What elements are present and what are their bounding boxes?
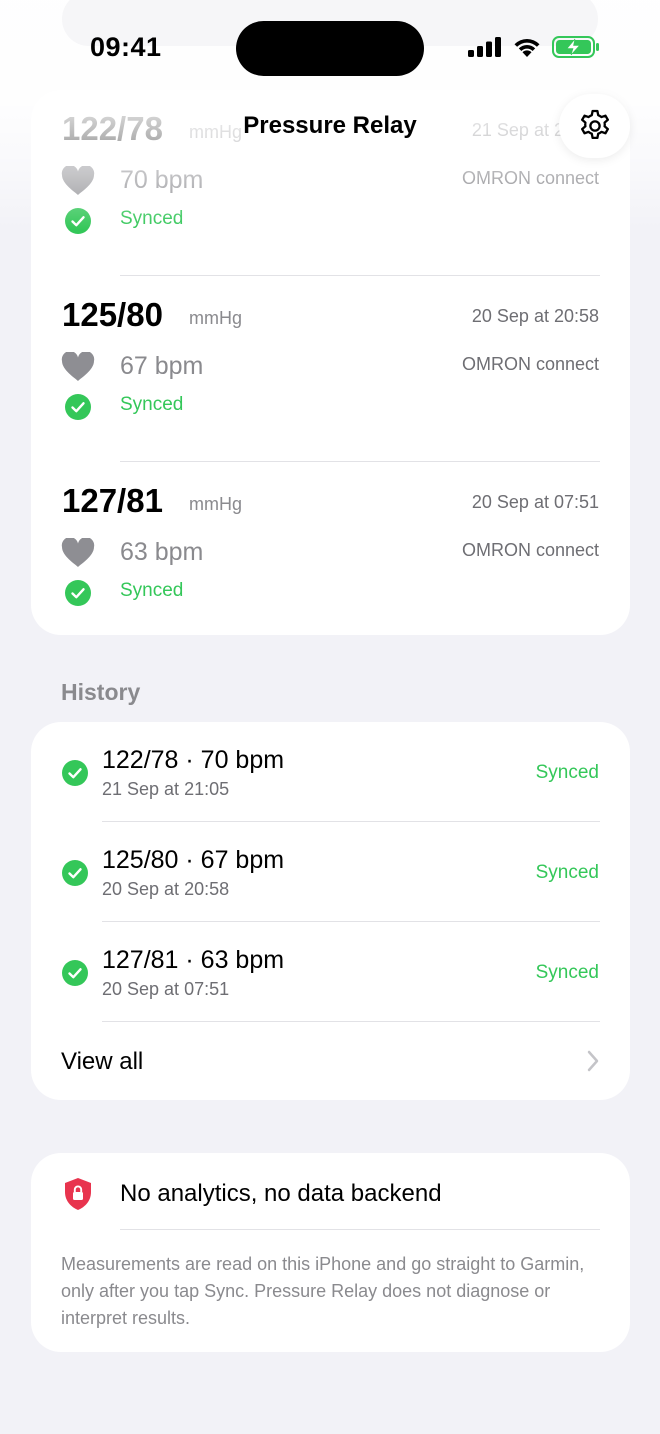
check-circle-icon [65,580,91,606]
check-circle-icon [65,208,91,234]
history-item-title: 122/78 · 70 bpm [102,746,285,774]
privacy-description: Measurements are read on this iPhone and… [61,1254,585,1328]
reading-unit: mmHg [189,308,242,328]
cellular-signal-icon [468,37,501,57]
history-card: 122/78 · 70 bpm 21 Sep at 21:05 Synced 1… [31,722,630,1100]
reading-pressure: 125/80 [62,296,163,333]
check-circle-icon [62,760,88,786]
status-icons [468,36,600,58]
check-circle-icon [62,960,88,986]
gear-icon [580,109,609,140]
history-item-date: 20 Sep at 07:51 [102,979,230,999]
history-item-date: 20 Sep at 20:58 [102,879,230,899]
reading-date: 20 Sep at 20:58 [471,306,599,326]
status-bar: 09:41 [0,0,660,100]
view-all-label: View all [61,1048,144,1075]
reading-row[interactable]: 127/81 mmHg 20 Sep at 07:51 63 bpm OMRON… [31,462,630,648]
reading-status: Synced [120,208,184,229]
reading-status: Synced [120,394,184,415]
heart-icon [61,352,95,381]
reading-pressure: 127/81 [62,482,163,519]
wifi-icon [514,38,540,57]
divider [120,1229,600,1230]
reading-source: OMRON connect [461,540,599,560]
reading-status: Synced [120,580,184,601]
reading-date: 20 Sep at 07:51 [471,492,599,512]
settings-button[interactable] [559,94,630,158]
battery-charging-icon [552,36,599,58]
history-item-status: Synced [535,762,599,783]
check-circle-icon [62,860,88,886]
heart-icon [61,538,95,567]
history-section-label: History [61,679,141,705]
privacy-title: No analytics, no data backend [120,1180,442,1207]
status-time: 09:41 [90,32,162,62]
history-item-status: Synced [535,862,599,883]
check-circle-icon [65,394,91,420]
history-item-title: 125/80 · 67 bpm [102,846,285,874]
history-row[interactable]: 127/81 · 63 bpm 20 Sep at 07:51 Synced [31,922,630,1022]
reading-heart-rate: 67 bpm [120,352,204,380]
reading-unit: mmHg [189,494,242,514]
dynamic-island [236,21,424,76]
lock-shield-icon [65,1178,91,1210]
reading-row[interactable]: 125/80 mmHg 20 Sep at 20:58 67 bpm OMRON… [31,276,630,462]
heart-icon [61,166,95,195]
recent-readings-card: 122/78 mmHg 21 Sep at 21:05 70 bpm OMRON… [31,90,630,635]
reading-source: OMRON connect [461,168,599,188]
history-row[interactable]: 125/80 · 67 bpm 20 Sep at 20:58 Synced [31,822,630,922]
history-item-date: 21 Sep at 21:05 [102,779,230,799]
chevron-right-icon [587,1050,599,1072]
reading-heart-rate: 63 bpm [120,538,204,566]
history-item-title: 127/81 · 63 bpm [102,946,285,974]
screen: 09:41 122/78 mmHg 21 Sep at 21:05 70 bpm… [0,0,660,1434]
history-row[interactable]: 122/78 · 70 bpm 21 Sep at 21:05 Synced [31,722,630,822]
history-item-status: Synced [535,962,599,983]
view-all-button[interactable]: View all [31,1022,630,1100]
reading-source: OMRON connect [461,354,599,374]
privacy-card: No analytics, no data backend Measuremen… [31,1153,630,1352]
reading-heart-rate: 70 bpm [120,166,204,194]
